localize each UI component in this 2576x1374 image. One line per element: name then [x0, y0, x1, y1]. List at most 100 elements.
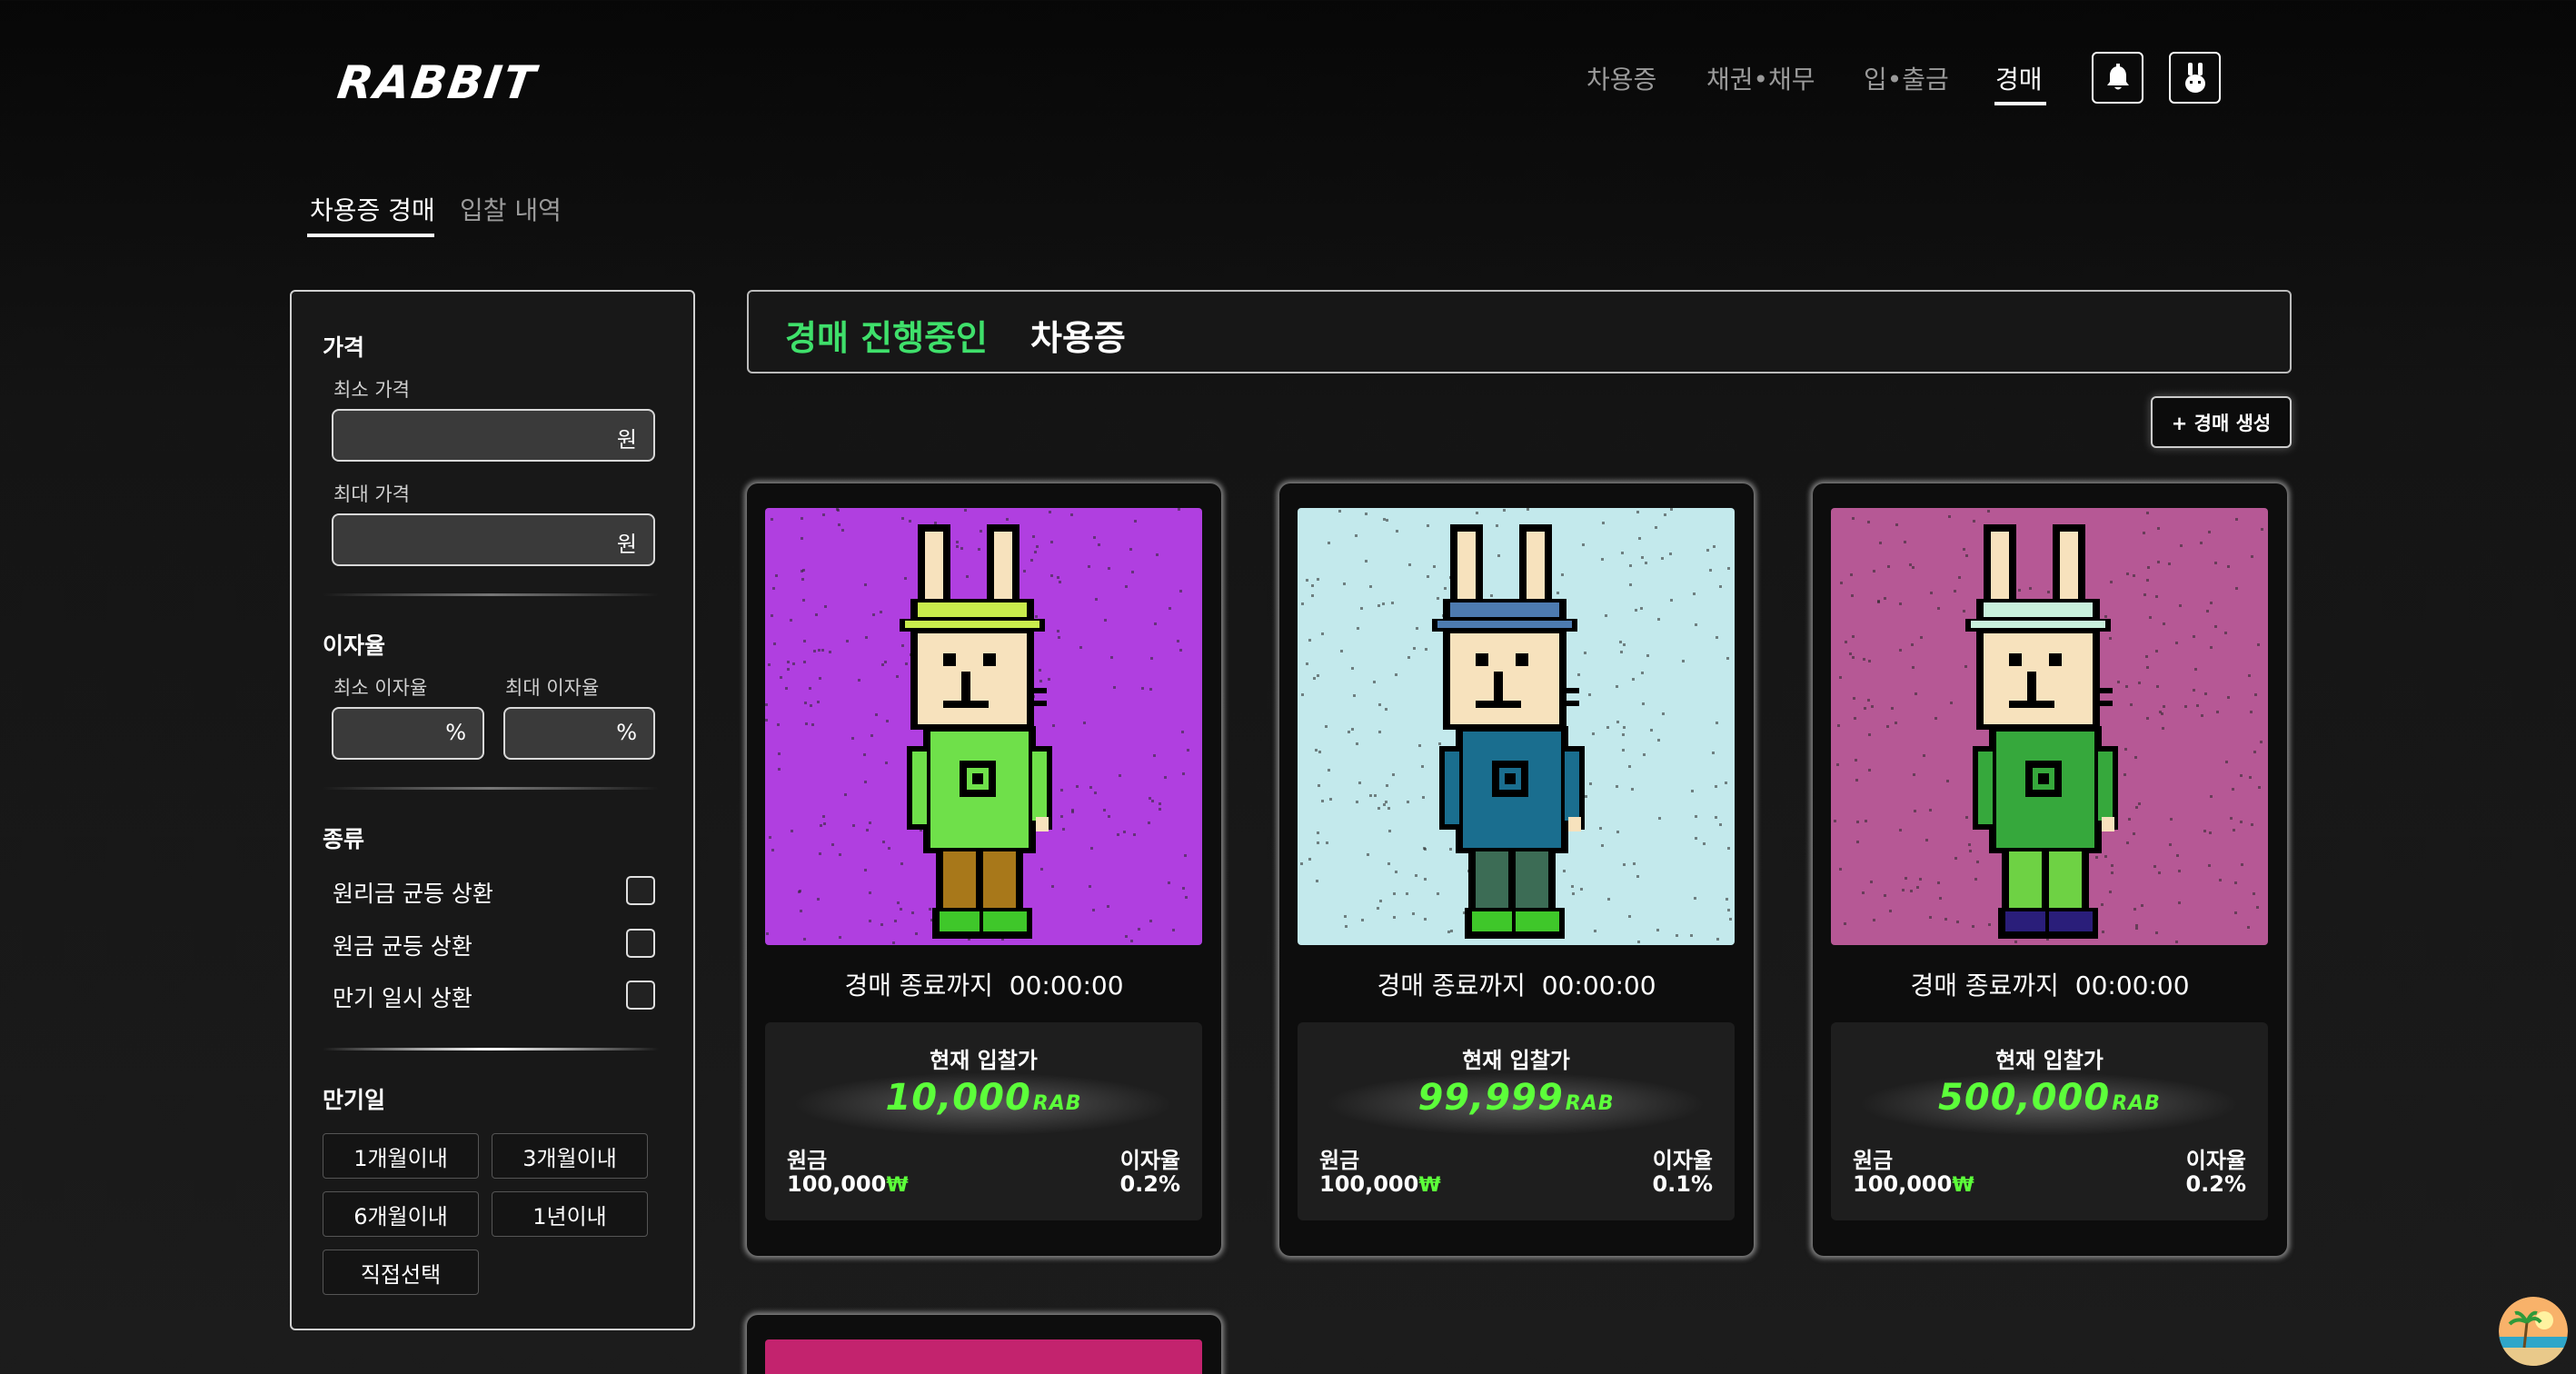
auction-timer: 경매 종료까지 00:00:00: [1279, 966, 1754, 1002]
nft-image: [1831, 508, 2268, 945]
type-option-label: 원리금 균등 상환: [333, 881, 493, 907]
maturity-heading: 만기일: [323, 1087, 386, 1113]
banner-status: 경매 진행중인: [785, 318, 988, 358]
chip-custom[interactable]: 직접선택: [323, 1250, 479, 1295]
nav-active-underline: [1994, 102, 2046, 105]
max-price-label: 최대 가격: [333, 483, 410, 505]
won-icon: ₩: [886, 1174, 909, 1197]
chip-1-month[interactable]: 1개월이내: [323, 1133, 479, 1179]
bid-value: 10,000: [885, 1077, 1031, 1119]
bid-value: 99,999: [1417, 1077, 1564, 1119]
percent-unit: %: [445, 720, 466, 745]
min-price-label: 최소 가격: [333, 379, 410, 401]
checkbox[interactable]: [626, 981, 655, 1010]
principal-value: 100,000₩: [787, 1171, 909, 1197]
auction-banner: 경매 진행중인 차용증: [747, 290, 2292, 373]
beach-icon: [2499, 1297, 2568, 1366]
nft-image: [765, 508, 1202, 945]
type-option-bullet[interactable]: 만기 일시 상환: [333, 981, 655, 1013]
tab-bid-history[interactable]: 입찰 내역: [460, 191, 562, 227]
auction-card[interactable]: 경매 종료까지 00:00:00 현재 입찰가 10,000RAB 원금 100…: [747, 483, 1221, 1256]
bid-info-panel: 현재 입찰가 10,000RAB 원금 100,000₩ 이자율 0.2%: [765, 1022, 1202, 1220]
subtab-active-underline: [307, 234, 434, 237]
nav-item-deposit-withdraw[interactable]: 입•출금: [1864, 60, 1949, 96]
auction-card[interactable]: 경매 종료까지 00:00:00 현재 입찰가 99,999RAB 원금 100…: [1279, 483, 1754, 1256]
type-heading: 종류: [323, 826, 365, 852]
rate-value: 0.1%: [1652, 1171, 1713, 1197]
pixel-rabbit-icon: [1298, 508, 1735, 945]
min-price-input[interactable]: 원: [332, 409, 655, 462]
divider: [323, 1048, 659, 1050]
filter-sidebar: 가격 최소 가격 원 최대 가격 원 이자율 최소 이자율 최대 이자율 % %…: [290, 290, 695, 1330]
percent-unit: %: [616, 720, 637, 745]
principal-label: 원금: [1853, 1148, 1894, 1173]
type-option-equal-principal-interest[interactable]: 원리금 균등 상환: [333, 876, 655, 909]
max-rate-input[interactable]: %: [503, 707, 655, 760]
bell-icon: [2106, 63, 2129, 89]
chip-6-months[interactable]: 6개월이내: [323, 1191, 479, 1237]
nft-image: [765, 1339, 1202, 1374]
bid-unit: RAB: [1565, 1092, 1615, 1115]
banner-title: 차용증: [1030, 318, 1126, 358]
auction-card[interactable]: 경매 종료까지 00:00:00 현재 입찰가 500,000RAB 원금 10…: [1813, 483, 2287, 1256]
rabbit-logo[interactable]: RABBIT: [334, 56, 540, 109]
rabbit-icon: [2184, 62, 2205, 93]
bid-unit: RAB: [2112, 1092, 2161, 1115]
nav-item-auction[interactable]: 경매: [1995, 60, 2043, 96]
won-unit: 원: [616, 427, 637, 453]
principal-label: 원금: [787, 1148, 828, 1173]
current-bid-amount: 10,000RAB: [765, 1077, 1202, 1119]
pixel-rabbit-icon: [1831, 508, 2268, 945]
timer-value: 00:00:00: [1009, 971, 1124, 1001]
divider: [323, 593, 659, 596]
bid-info-panel: 현재 입찰가 500,000RAB 원금 100,000₩ 이자율 0.2%: [1831, 1022, 2268, 1220]
rate-label: 이자율: [1119, 1148, 1180, 1173]
timer-label: 경매 종료까지: [1910, 971, 2059, 1001]
principal-amount: 100,000: [1319, 1171, 1419, 1197]
current-bid-label: 현재 입찰가: [930, 1048, 1038, 1073]
chip-3-months[interactable]: 3개월이내: [492, 1133, 648, 1179]
price-heading: 가격: [323, 334, 365, 361]
pixel-rabbit-icon: [765, 508, 1202, 945]
tab-loan-note-auction[interactable]: 차용증 경매: [310, 191, 435, 227]
principal-label: 원금: [1319, 1148, 1360, 1173]
max-rate-label: 최대 이자율: [505, 677, 600, 699]
nav-item-bonds-debts[interactable]: 채권•채무: [1706, 60, 1815, 96]
checkbox[interactable]: [626, 929, 655, 958]
min-rate-label: 최소 이자율: [333, 677, 428, 699]
current-bid-amount: 500,000RAB: [1831, 1077, 2268, 1119]
principal-value: 100,000₩: [1319, 1171, 1441, 1197]
min-rate-input[interactable]: %: [332, 707, 484, 760]
current-bid-amount: 99,999RAB: [1298, 1077, 1735, 1119]
bid-value: 500,000: [1938, 1077, 2111, 1119]
create-auction-button[interactable]: + 경매 생성: [2151, 396, 2292, 448]
auction-card[interactable]: [747, 1315, 1221, 1374]
auction-timer: 경매 종료까지 00:00:00: [747, 966, 1221, 1002]
profile-button[interactable]: [2169, 52, 2221, 104]
timer-value: 00:00:00: [1541, 971, 1656, 1001]
max-price-input[interactable]: 원: [332, 513, 655, 566]
timer-value: 00:00:00: [2074, 971, 2190, 1001]
checkbox[interactable]: [626, 876, 655, 905]
floating-avatar[interactable]: [2499, 1297, 2568, 1366]
principal-value: 100,000₩: [1853, 1171, 1974, 1197]
current-bid-label: 현재 입찰가: [1462, 1048, 1570, 1073]
nft-image: [1298, 508, 1735, 945]
chip-1-year[interactable]: 1년이내: [492, 1191, 648, 1237]
notification-button[interactable]: [2092, 52, 2143, 104]
principal-amount: 100,000: [787, 1171, 887, 1197]
principal-amount: 100,000: [1853, 1171, 1953, 1197]
bid-info-panel: 현재 입찰가 99,999RAB 원금 100,000₩ 이자율 0.1%: [1298, 1022, 1735, 1220]
rate-label: 이자율: [2185, 1148, 2246, 1173]
divider: [323, 787, 659, 790]
nav-item-loan-note[interactable]: 차용증: [1586, 60, 1656, 96]
timer-label: 경매 종료까지: [844, 971, 993, 1001]
rate-value: 0.2%: [1119, 1171, 1180, 1197]
won-icon: ₩: [1952, 1174, 1974, 1197]
type-option-equal-principal[interactable]: 원금 균등 상환: [333, 929, 655, 961]
type-option-label: 원금 균등 상환: [333, 933, 472, 960]
current-bid-label: 현재 입찰가: [1995, 1048, 2104, 1073]
bid-unit: RAB: [1032, 1092, 1082, 1115]
rate-value: 0.2%: [2185, 1171, 2246, 1197]
rate-heading: 이자율: [323, 632, 386, 659]
